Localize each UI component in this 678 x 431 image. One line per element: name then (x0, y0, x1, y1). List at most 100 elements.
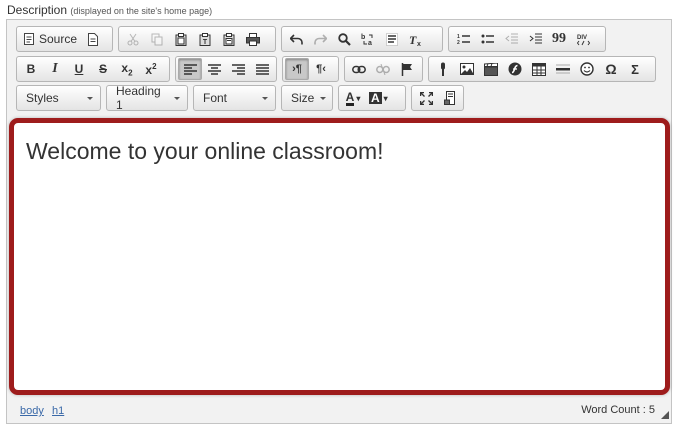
undo-icon (289, 33, 303, 44)
select-all-button[interactable] (380, 28, 404, 50)
table-button[interactable] (527, 58, 551, 80)
bulleted-list-button[interactable] (475, 28, 499, 50)
align-left-icon (183, 63, 197, 75)
outdent-button[interactable] (499, 28, 523, 50)
field-label-hint: (displayed on the site's home page) (70, 6, 213, 16)
format-dropdown[interactable]: Heading 1 (106, 84, 188, 112)
unlink-button[interactable] (371, 58, 395, 80)
svg-text:T: T (203, 39, 208, 46)
styles-dropdown-label: Styles (26, 91, 59, 105)
description-field-label: Description (displayed on the site's hom… (7, 3, 212, 17)
styles-dropdown[interactable]: Styles (16, 85, 101, 111)
smiley-icon (580, 62, 594, 76)
svg-text:a: a (368, 40, 372, 46)
create-div-button[interactable]: DIV (571, 28, 595, 50)
ltr-button[interactable]: ›¶ (285, 58, 309, 80)
source-button[interactable]: Source (19, 28, 81, 50)
redo-button[interactable] (308, 28, 332, 50)
align-justify-button[interactable] (250, 58, 274, 80)
image-button[interactable] (455, 58, 479, 80)
background-color-button[interactable]: A ▾ (365, 87, 392, 109)
svg-text:b: b (361, 34, 365, 41)
replace-button[interactable]: ba (356, 28, 380, 50)
blockquote-button[interactable]: 99 (547, 28, 571, 50)
bold-button[interactable]: B (19, 58, 43, 80)
print-button[interactable] (241, 28, 265, 50)
undo-button[interactable] (284, 28, 308, 50)
toolbar-row-3: Styles Heading 1 Font Size A ▾ A ▾ (16, 84, 464, 112)
toolbar-group-editing: ba Tx (281, 26, 443, 52)
element-path-body[interactable]: body (20, 405, 44, 417)
underline-button[interactable]: U (67, 58, 91, 80)
anchor-button[interactable] (395, 58, 419, 80)
numbered-list-button[interactable]: 12 (451, 28, 475, 50)
toolbar-row-2: B I U S x2 x2 ›¶ ¶‹ Ω Σ (16, 56, 656, 82)
italic-button[interactable]: I (43, 58, 67, 80)
svg-text:DIV: DIV (577, 35, 587, 41)
italic-icon: I (52, 61, 58, 76)
editor-content-area[interactable]: Welcome to your online classroom! (9, 118, 670, 395)
element-path-h1[interactable]: h1 (52, 405, 64, 417)
paste-button[interactable] (169, 28, 193, 50)
flash-icon (508, 62, 522, 76)
div-container-icon: DIV (576, 35, 590, 45)
editor-statusbar: body h1 Word Count : 5 (7, 402, 671, 422)
show-blocks-button[interactable] (438, 87, 462, 109)
quote-icon: 99 (552, 31, 566, 46)
align-right-button[interactable] (226, 58, 250, 80)
sigma-icon: Σ (631, 61, 639, 77)
paste-text-button[interactable]: T (193, 28, 217, 50)
link-button[interactable] (347, 58, 371, 80)
background-color-icon: A (369, 91, 382, 105)
strikethrough-icon: S (98, 62, 107, 76)
word-count: Word Count : 5 (581, 404, 655, 416)
horizontal-rule-button[interactable] (551, 58, 575, 80)
smiley-button[interactable] (575, 58, 599, 80)
maximize-button[interactable] (414, 87, 438, 109)
toolbar-group-insert: Ω Σ (428, 56, 656, 82)
resize-grip-icon[interactable] (661, 411, 669, 419)
strikethrough-button[interactable]: S (91, 58, 115, 80)
subscript-button[interactable]: x2 (115, 58, 139, 80)
special-char-button[interactable]: Ω (599, 58, 623, 80)
video-button[interactable] (479, 58, 503, 80)
text-color-icon: A (345, 89, 355, 106)
font-dropdown[interactable]: Font (193, 85, 276, 111)
remove-format-button[interactable]: Tx (404, 28, 428, 50)
align-center-button[interactable] (202, 58, 226, 80)
find-button[interactable] (332, 28, 356, 50)
align-left-button[interactable] (178, 58, 202, 80)
flag-icon (401, 62, 412, 76)
microphone-icon (441, 62, 445, 76)
document-icon (88, 32, 99, 46)
copy-button[interactable] (145, 28, 169, 50)
size-dropdown[interactable]: Size (281, 85, 333, 111)
superscript-button[interactable]: x2 (139, 58, 163, 80)
math-button[interactable]: Σ (623, 58, 647, 80)
rtl-icon: ¶‹ (316, 63, 326, 75)
toolbar-group-lists: 12 99 DIV (448, 26, 606, 52)
cut-button[interactable] (121, 28, 145, 50)
link-icon (352, 65, 366, 73)
indent-button[interactable] (523, 28, 547, 50)
paste-word-icon (223, 32, 235, 46)
flash-button[interactable] (503, 58, 527, 80)
toolbar-group-tools (411, 85, 464, 111)
horizontal-line-icon (556, 64, 570, 74)
audio-button[interactable] (431, 58, 455, 80)
preview-button[interactable] (81, 28, 105, 50)
copy-icon (151, 33, 163, 45)
search-icon (337, 32, 351, 46)
font-dropdown-label: Font (203, 91, 228, 105)
paste-word-button[interactable] (217, 28, 241, 50)
image-icon (460, 63, 474, 75)
paste-text-icon: T (199, 32, 211, 46)
text-color-button[interactable]: A ▾ (341, 87, 365, 109)
table-icon (532, 62, 546, 76)
source-icon (24, 33, 34, 45)
subscript-icon: x2 (121, 61, 132, 77)
rtl-button[interactable]: ¶‹ (309, 58, 333, 80)
svg-text:2: 2 (457, 40, 460, 45)
subscript-mark: 2 (128, 68, 133, 78)
superscript-mark: 2 (152, 61, 157, 71)
